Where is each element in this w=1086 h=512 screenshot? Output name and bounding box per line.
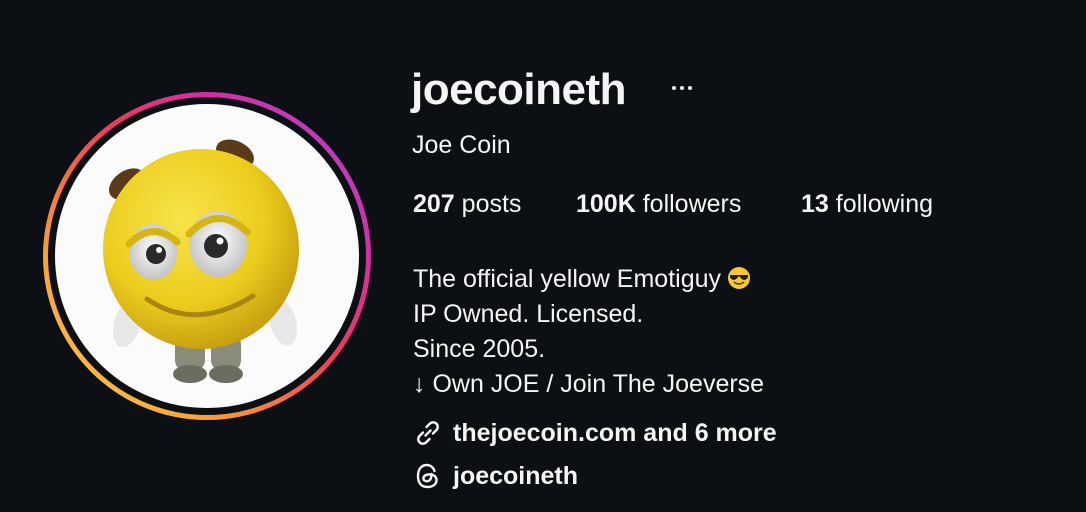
posts-label: posts bbox=[461, 190, 522, 218]
ellipsis-dot bbox=[680, 86, 684, 90]
website-link-text[interactable]: thejoecoin.com and 6 more bbox=[453, 416, 777, 450]
profile-full-name: Joe Coin bbox=[412, 131, 511, 159]
bio-line: IP Owned. Licensed. bbox=[413, 300, 644, 328]
website-link[interactable]: thejoecoin.com and 6 more bbox=[412, 416, 777, 450]
followers-count: 100K bbox=[576, 190, 636, 218]
threads-link[interactable]: joecoineth bbox=[412, 459, 578, 493]
ellipsis-icon[interactable] bbox=[669, 74, 695, 100]
profile-avatar[interactable] bbox=[55, 104, 359, 408]
threads-icon bbox=[412, 460, 444, 492]
bio-line: The official yellow Emotiguy bbox=[413, 262, 764, 297]
link-icon bbox=[412, 417, 444, 449]
bio-line: Since 2005. bbox=[413, 335, 546, 363]
avatar-ring-gap bbox=[48, 97, 366, 415]
sunglasses-emoji-icon bbox=[727, 265, 751, 300]
followers-label: followers bbox=[642, 190, 742, 218]
following-stat[interactable]: 13 following bbox=[801, 188, 933, 220]
story-ring[interactable] bbox=[43, 92, 371, 420]
following-label: following bbox=[835, 190, 934, 218]
following-count: 13 bbox=[801, 190, 829, 218]
followers-stat[interactable]: 100K followers bbox=[576, 188, 741, 220]
ellipsis-dot bbox=[688, 86, 692, 90]
emotiguy-character-image bbox=[103, 139, 299, 383]
ellipsis-dot bbox=[672, 86, 676, 90]
bio-line: ↓ Own JOE / Join The Joeverse bbox=[413, 370, 765, 398]
profile-bio: The official yellow Emotiguy IP Owned. L… bbox=[413, 262, 764, 402]
posts-stat: 207 posts bbox=[413, 188, 521, 220]
posts-count: 207 bbox=[413, 190, 455, 218]
profile-username: joecoineth bbox=[411, 65, 627, 114]
threads-handle[interactable]: joecoineth bbox=[453, 459, 578, 493]
bio-line-text: The official yellow Emotiguy bbox=[413, 265, 722, 293]
